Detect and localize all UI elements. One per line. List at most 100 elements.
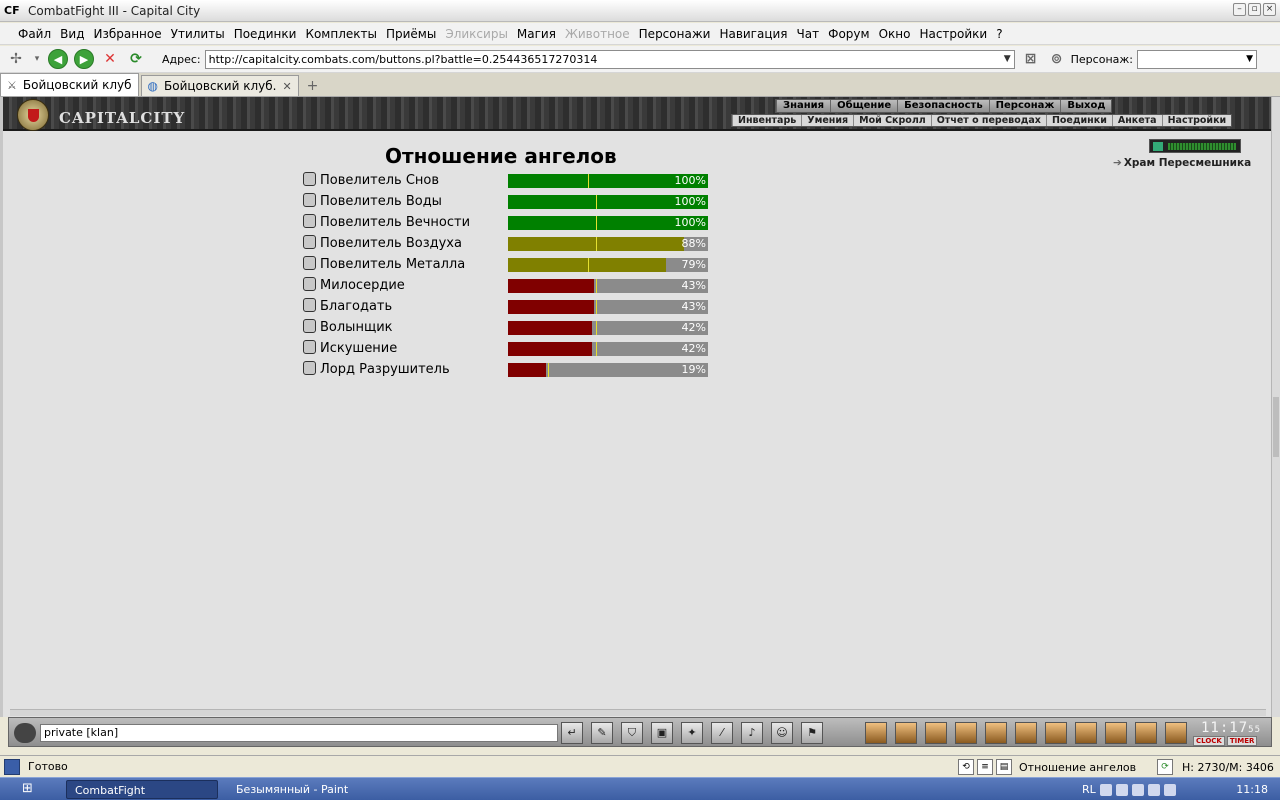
clock-tab[interactable]: CLOCK (1193, 736, 1225, 746)
close-button[interactable]: × (1263, 3, 1276, 16)
tab-combats-club-2[interactable]: ◍ Бойцовский клуб. ✕ (140, 75, 299, 96)
address-input[interactable]: http://capitalcity.combats.com/buttons.p… (204, 49, 1015, 69)
menu-item[interactable]: Комплекты (305, 27, 377, 41)
city-logo-text: CAPITALCITY (59, 109, 186, 127)
menu-item[interactable]: Поединки (234, 27, 297, 41)
eraser-icon[interactable]: ✎ (591, 722, 613, 744)
menu-item[interactable]: Избранное (93, 27, 161, 41)
angel-emblem-icon (303, 235, 316, 249)
game-nav-item[interactable]: Выход (1060, 100, 1111, 112)
menu-item[interactable]: Утилиты (171, 27, 225, 41)
scrollbar-thumb[interactable] (1273, 397, 1279, 457)
angel-emblem-icon (303, 298, 316, 312)
chat-input[interactable]: private [klan] (40, 724, 558, 742)
tray-security-icon[interactable] (1131, 783, 1144, 796)
menu-item[interactable]: Чат (797, 27, 820, 41)
angel-relation-fill (508, 342, 592, 356)
temple-link[interactable]: ➔ Храм Пересмешника (1113, 157, 1251, 169)
tab-combats-club[interactable]: ⚔ Бойцовский клуб (0, 73, 139, 96)
angel-emblem-icon (303, 214, 316, 228)
tray-update-icon[interactable] (1163, 783, 1176, 796)
menu-item[interactable]: ? (996, 27, 1002, 41)
menu-item[interactable]: Приёмы (386, 27, 436, 41)
tray-lang[interactable]: RL (1082, 783, 1096, 796)
back-button[interactable]: ◀ (48, 49, 68, 69)
start-button[interactable]: ⊞ (22, 781, 42, 798)
horizontal-scrollbar[interactable] (10, 709, 1266, 716)
menu-item[interactable]: Персонажи (639, 27, 711, 41)
menu-item[interactable]: Настройки (919, 27, 987, 41)
document-icon[interactable]: ≡ (977, 759, 993, 775)
mask-icon[interactable] (955, 722, 977, 744)
pin-icon[interactable]: ✢ (6, 49, 26, 69)
angel-name: Лорд Разрушитель (320, 362, 450, 377)
exit-icon[interactable] (1165, 722, 1187, 744)
game-subnav-item[interactable]: Анкета (1111, 115, 1162, 126)
close-tab-icon[interactable]: ✕ (282, 80, 291, 93)
task-paint[interactable]: Безымянный - Paint (228, 780, 388, 799)
game-subnav-item[interactable]: Отчет о переводах (930, 115, 1046, 126)
game-subnav-item[interactable]: Настройки (1161, 115, 1232, 126)
angel-emblem-icon (303, 340, 316, 354)
character-select[interactable]: ▼ (1137, 49, 1257, 69)
new-tab-icon[interactable]: + (307, 78, 319, 94)
tray-app-icon[interactable] (1115, 783, 1128, 796)
game-subnav-item[interactable]: Мой Скролл (853, 115, 931, 126)
history-icon[interactable]: ⟲ (958, 759, 974, 775)
enter-icon[interactable]: ↵ (561, 722, 583, 744)
page-icon[interactable]: ▤ (996, 759, 1012, 775)
reels-icon[interactable]: ⊚ (1047, 49, 1067, 69)
filter-icon[interactable]: ⛉ (621, 722, 643, 744)
vertical-scrollbar[interactable] (1271, 97, 1280, 717)
menu-item: Эликсиры (445, 26, 508, 41)
knight-icon[interactable] (1045, 722, 1067, 744)
game-nav-item[interactable]: Знания (776, 100, 830, 112)
game-nav-item[interactable]: Безопасность (897, 100, 989, 112)
save-icon[interactable]: ▣ (651, 722, 673, 744)
sword-icon[interactable] (985, 722, 1007, 744)
smile-icon[interactable]: ☺ (771, 722, 793, 744)
armor-icon[interactable] (1015, 722, 1037, 744)
maximize-button[interactable]: ▫ (1248, 3, 1261, 16)
menu-item[interactable]: Вид (60, 27, 84, 41)
window-controls: – ▫ × (1233, 3, 1276, 16)
hood-icon[interactable] (865, 722, 887, 744)
forward-button[interactable]: ▶ (74, 49, 94, 69)
fight-icon[interactable]: ✦ (681, 722, 703, 744)
party-icon[interactable] (1105, 722, 1127, 744)
music-icon[interactable]: ♪ (741, 722, 763, 744)
game-nav-item[interactable]: Общение (830, 100, 897, 112)
game-bottom-toolbar: private [klan] ↵ ✎ ⛉ ▣ ✦ ⁄ ♪ ☺ ⚑ 11:1755 CLOCK T… (8, 717, 1272, 747)
status-hp-mana: H: 2730/M: 3406 (1182, 760, 1274, 774)
game-nav-item[interactable]: Персонаж (988, 100, 1061, 112)
chat-mode-icon[interactable] (14, 723, 36, 743)
pl-icon[interactable]: ⁄ (711, 722, 733, 744)
refresh-status-icon[interactable]: ⟳ (1157, 759, 1173, 775)
menu-item[interactable]: Окно (879, 27, 911, 41)
flag-icon[interactable] (1135, 722, 1157, 744)
minimize-button[interactable]: – (1233, 3, 1246, 16)
group-icon[interactable] (1075, 722, 1097, 744)
helmet-icon[interactable]: ⚑ (801, 722, 823, 744)
task-combatfight[interactable]: CombatFight (66, 780, 218, 799)
tray-network-icon[interactable] (1099, 783, 1112, 796)
menu-item[interactable]: Форум (828, 27, 869, 41)
refresh-icon[interactable]: ⟳ (126, 49, 146, 69)
game-nav-top: Знания Общение Безопасность Персонаж Выход (775, 99, 1113, 113)
menu-item[interactable]: Магия (517, 27, 556, 41)
menu-item[interactable]: Файл (18, 27, 51, 41)
clear-icon[interactable]: ⊠ (1021, 49, 1041, 69)
address-dropdown-icon[interactable]: ▼ (1004, 54, 1011, 64)
status-right: ⟲ ≡ ▤ Отношение ангелов ⟳ H: 2730/M: 340… (958, 758, 1274, 776)
scroll-icon[interactable] (895, 722, 917, 744)
timer-tab[interactable]: TIMER (1226, 736, 1258, 746)
game-subnav-item[interactable]: Умения (801, 115, 853, 126)
stop-icon[interactable]: ✕ (100, 49, 120, 69)
tray-volume-icon[interactable] (1147, 783, 1160, 796)
dropdown-arrow-icon[interactable]: ▾ (32, 49, 42, 69)
game-subnav-item[interactable]: Поединки (1045, 115, 1112, 126)
potion-icon[interactable] (925, 722, 947, 744)
angel-row: Милосердие 43% (303, 276, 723, 297)
menu-item[interactable]: Навигация (719, 27, 787, 41)
game-subnav-item[interactable]: Инвентарь (732, 115, 801, 126)
